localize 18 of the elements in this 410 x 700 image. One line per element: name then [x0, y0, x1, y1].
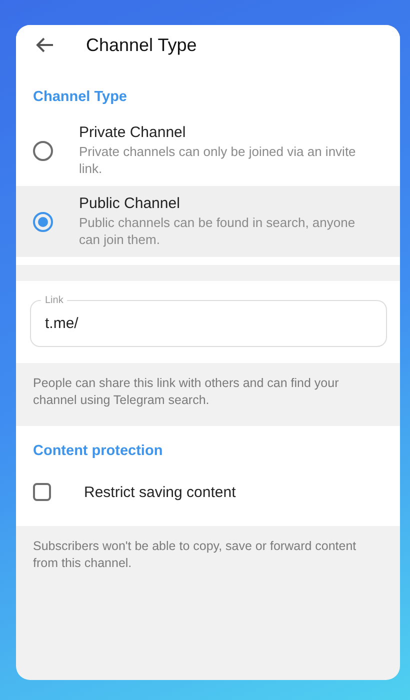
option-title: Public Channel — [79, 195, 181, 212]
back-arrow-icon[interactable] — [36, 37, 54, 53]
radio-button[interactable] — [33, 140, 53, 160]
section-heading: Channel Type — [32, 88, 128, 107]
option-title: Private Channel — [79, 124, 187, 141]
field-label: Link — [44, 295, 64, 306]
section-heading: Content protection — [32, 442, 164, 461]
field-value: t.me/ — [45, 314, 78, 332]
checkbox-label[interactable]: Restrict saving content — [84, 484, 236, 500]
content-protection-hint: Subscribers won't be able to copy, save or forward content from this channel. — [32, 538, 358, 572]
page-title: Channel Type — [86, 34, 197, 56]
radio-button[interactable] — [33, 212, 53, 232]
channel-type-option[interactable]: Public Channel Public channels can be found in search, anyone can join them. — [16, 186, 400, 257]
option-description: Private channels can only be joined via an invite link. — [79, 143, 357, 177]
link-hint: People can share this link with others and can find your channel using Telegram search. — [32, 375, 340, 409]
checkbox[interactable] — [33, 483, 51, 501]
link-input-field[interactable]: Link t.me/ — [30, 295, 387, 347]
option-description: Public channels can be found in search, anyone can join them. — [79, 214, 356, 248]
